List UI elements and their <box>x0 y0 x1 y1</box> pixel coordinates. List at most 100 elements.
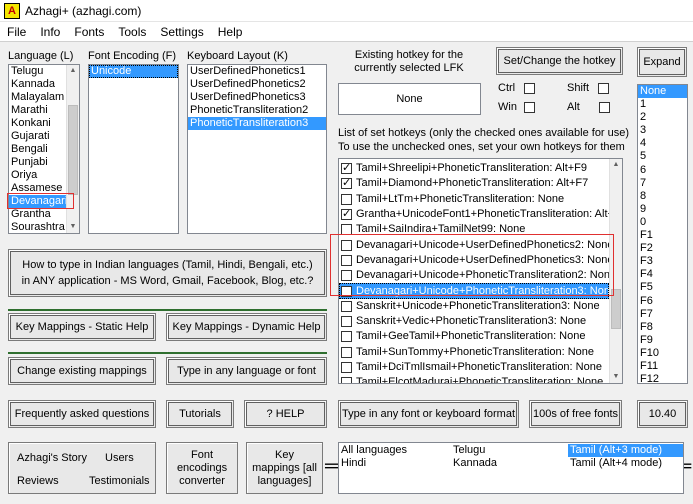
alt-checkbox[interactable] <box>598 101 610 113</box>
hotkey-checkbox[interactable] <box>341 207 352 222</box>
key-item[interactable]: None <box>638 85 687 99</box>
keyboard-layout-item[interactable]: UserDefinedPhonetics3 <box>188 91 326 104</box>
key-item[interactable]: 6 <box>638 164 687 177</box>
key-item[interactable]: 9 <box>638 203 687 216</box>
type-any-language-button[interactable]: Type in any language or font <box>166 357 327 385</box>
scroll-thumb[interactable] <box>68 105 78 195</box>
key-item[interactable]: 7 <box>638 177 687 190</box>
story-link[interactable]: Azhagi's Story <box>17 452 87 465</box>
key-item[interactable]: F4 <box>638 268 687 281</box>
how-to-type-button[interactable]: How to type in Indian languages (Tamil, … <box>8 249 327 297</box>
set-hotkey-button[interactable]: Set/Change the hotkey <box>496 47 623 75</box>
version-button[interactable]: 10.40 <box>637 400 688 428</box>
type-any-font-button[interactable]: Type in any font or keyboard format <box>338 400 519 428</box>
language-item[interactable]: Malayalam <box>9 91 66 104</box>
quick-list-item[interactable]: All languages <box>341 444 407 457</box>
shift-checkbox[interactable] <box>598 82 610 94</box>
font-converter-button[interactable]: Font encodings converter <box>166 442 238 494</box>
keyboard-layout-item[interactable]: UserDefinedPhonetics2 <box>188 78 326 91</box>
users-link[interactable]: Users <box>105 452 134 465</box>
key-item[interactable]: 4 <box>638 137 687 150</box>
hotkey-checkbox[interactable] <box>341 346 352 358</box>
hotkey-item[interactable]: Tamil+LtTm+PhoneticTransliteration: None <box>339 192 609 207</box>
alt-option[interactable]: Alt <box>567 101 610 113</box>
tutorials-button[interactable]: Tutorials <box>166 400 234 428</box>
keyboard-layout-item[interactable]: PhoneticTransliteration2 <box>188 104 326 117</box>
quick-list-item[interactable]: Tamil (Alt+4 mode) <box>568 457 683 470</box>
key-item[interactable]: F9 <box>638 334 687 347</box>
language-item[interactable]: Gujarati <box>9 130 66 143</box>
menu-tools[interactable]: Tools <box>111 25 153 39</box>
hotkey-item[interactable]: Sanskrit+Vedic+PhoneticTransliteration3:… <box>339 314 609 329</box>
key-item[interactable]: 5 <box>638 150 687 163</box>
key-mappings-dynamic-button[interactable]: Key Mappings - Dynamic Help <box>166 313 327 341</box>
hotkey-item[interactable]: Sanskrit+Unicode+PhoneticTransliteration… <box>339 299 609 314</box>
key-list[interactable]: None 1 2 3 4 5 6 7 8 9 0 F1 F2 F3 F4 F5 F6 F7 F8 F9 F10 F11 F1… <box>637 84 688 384</box>
language-item[interactable]: Bengali <box>9 143 66 156</box>
key-item[interactable]: F10 <box>638 347 687 360</box>
font-encoding-list[interactable]: Unicode <box>88 64 179 234</box>
key-item[interactable]: F2 <box>638 242 687 255</box>
ctrl-checkbox[interactable] <box>524 82 536 94</box>
language-item[interactable]: Konkani <box>9 117 66 130</box>
key-item[interactable]: F12 <box>638 373 687 383</box>
help-button[interactable]: ? HELP <box>244 400 327 428</box>
key-item[interactable]: 1 <box>638 98 687 111</box>
key-item[interactable]: 8 <box>638 190 687 203</box>
menu-help[interactable]: Help <box>211 25 250 39</box>
menu-file[interactable]: File <box>0 25 33 39</box>
hotkey-checkbox[interactable] <box>341 176 352 191</box>
hotkey-checkbox[interactable] <box>341 316 352 328</box>
hotkey-item[interactable]: Tamil+Diamond+PhoneticTransliteration: A… <box>339 176 609 191</box>
language-item[interactable]: Grantha <box>9 208 66 221</box>
key-item[interactable]: 3 <box>638 124 687 137</box>
quick-list-item[interactable]: Kannada <box>453 457 497 470</box>
testimonials-link[interactable]: Testimonials <box>89 475 150 488</box>
language-quick-list[interactable]: All languages Hindi Telugu Kannada Tamil… <box>338 442 684 494</box>
key-item[interactable]: F3 <box>638 255 687 268</box>
key-mappings-static-button[interactable]: Key Mappings - Static Help <box>8 313 156 341</box>
hotkey-checkbox[interactable] <box>341 331 352 343</box>
key-item[interactable]: F6 <box>638 295 687 308</box>
hotkey-checkbox[interactable] <box>341 161 352 176</box>
scroll-down-icon[interactable]: ▼ <box>610 371 622 383</box>
keyboard-layout-item[interactable]: UserDefinedPhonetics1 <box>188 65 326 78</box>
scroll-up-icon[interactable]: ▲ <box>610 159 622 171</box>
keyboard-layout-item[interactable]: PhoneticTransliteration3 <box>188 117 326 130</box>
hotkey-checkbox[interactable] <box>341 193 352 205</box>
keyboard-layout-list[interactable]: UserDefinedPhonetics1 UserDefinedPhonetic… <box>187 64 327 234</box>
language-item[interactable]: Kannada <box>9 78 66 91</box>
language-item[interactable]: Sourashtra <box>9 221 66 233</box>
menu-settings[interactable]: Settings <box>153 25 210 39</box>
quick-list-item[interactable]: Telugu <box>453 444 497 457</box>
scroll-down-icon[interactable]: ▼ <box>67 221 79 233</box>
hotkey-item[interactable]: Tamil+ElcotMadurai+PhoneticTransliterati… <box>339 375 609 383</box>
scroll-up-icon[interactable]: ▲ <box>67 65 79 77</box>
hotkey-item[interactable]: Tamil+SunTommy+PhoneticTransliteration: … <box>339 345 609 360</box>
key-item[interactable]: F11 <box>638 360 687 373</box>
quick-list-item-selected[interactable]: Tamil (Alt+3 mode) <box>568 444 683 457</box>
key-item[interactable]: F7 <box>638 308 687 321</box>
key-item[interactable]: 2 <box>638 111 687 124</box>
hotkey-item[interactable]: Tamil+GeeTamil+PhoneticTransliteration: … <box>339 329 609 344</box>
win-option[interactable]: Win <box>498 101 536 113</box>
hotkey-item[interactable]: Tamil+DciTmlIsmail+PhoneticTransliterati… <box>339 360 609 375</box>
menu-info[interactable]: Info <box>33 25 67 39</box>
hotkey-checkbox[interactable] <box>341 377 352 383</box>
faq-button[interactable]: Frequently asked questions <box>8 400 156 428</box>
font-encoding-item[interactable]: Unicode <box>89 65 178 78</box>
key-item[interactable]: F8 <box>638 321 687 334</box>
hotkey-item[interactable]: Tamil+Shreelipi+PhoneticTransliteration:… <box>339 161 609 176</box>
key-item[interactable]: F5 <box>638 281 687 294</box>
key-item[interactable]: 0 <box>638 216 687 229</box>
win-checkbox[interactable] <box>524 101 536 113</box>
shift-option[interactable]: Shift <box>567 82 610 94</box>
hotkey-checkbox[interactable] <box>341 300 352 312</box>
key-item[interactable]: F1 <box>638 229 687 242</box>
language-item[interactable]: Oriya <box>9 169 66 182</box>
reviews-link[interactable]: Reviews <box>17 475 59 488</box>
free-fonts-button[interactable]: 100s of free fonts <box>529 400 622 428</box>
language-item[interactable]: Marathi <box>9 104 66 117</box>
quick-list-item[interactable]: Hindi <box>341 457 407 470</box>
ctrl-option[interactable]: Ctrl <box>498 82 536 94</box>
